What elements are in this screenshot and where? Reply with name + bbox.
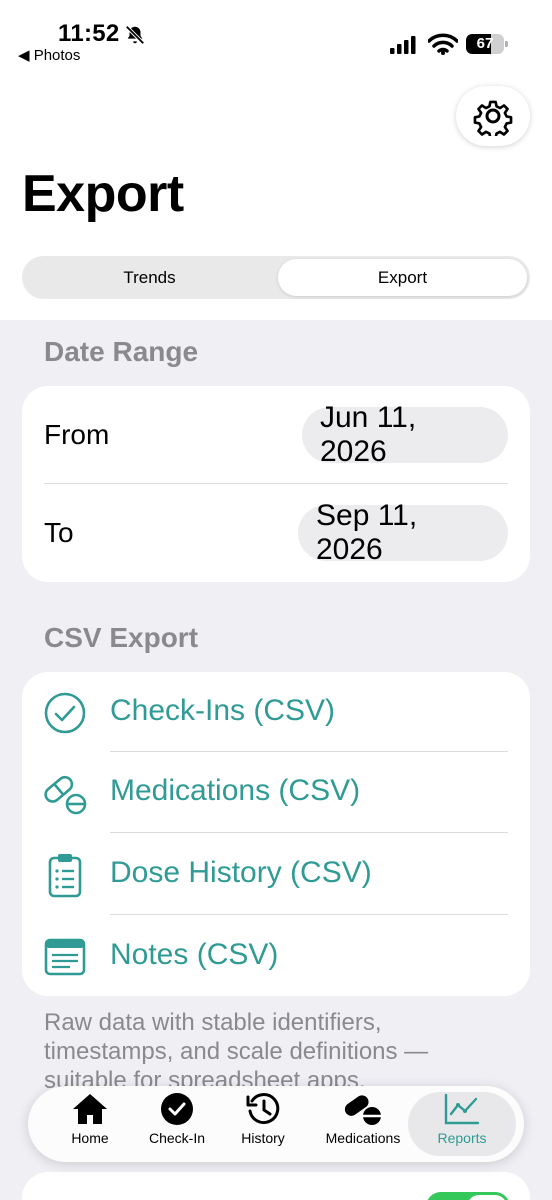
clipboard-list-icon: [48, 854, 82, 898]
settings-button[interactable]: [456, 86, 530, 146]
export-checkins-button[interactable]: Check-Ins (CSV): [22, 672, 530, 752]
chart-line-icon: [444, 1093, 480, 1125]
from-label: From: [44, 419, 110, 450]
to-date-picker[interactable]: Sep 11, 2026: [298, 499, 508, 566]
date-range-card: From Jun 11, 2026 To Sep 11, 2026: [22, 386, 530, 582]
option-toggle[interactable]: [426, 1192, 510, 1200]
clock-history-icon: [246, 1093, 280, 1125]
tab-history-label: History: [241, 1130, 285, 1146]
export-notes-button[interactable]: Notes (CSV): [22, 916, 530, 996]
tab-reports-label: Reports: [437, 1130, 487, 1146]
wifi-icon: [428, 33, 458, 55]
gear-icon: [473, 100, 513, 136]
export-checkins-label: Check-Ins (CSV): [110, 694, 336, 727]
tab-trends[interactable]: Trends: [25, 259, 274, 296]
export-medications-button[interactable]: Medications (CSV): [22, 752, 530, 832]
to-row: To Sep 11, 2026: [22, 484, 530, 582]
checkmark-circle-icon: [44, 692, 86, 734]
divider: [110, 914, 508, 915]
back-to-photos-link[interactable]: ◀ Photos: [18, 46, 80, 64]
status-time: 11:52: [58, 20, 120, 47]
export-notes-label: Notes (CSV): [110, 938, 279, 971]
notes-icon: [44, 938, 86, 976]
divider: [110, 832, 508, 833]
tab-check-in[interactable]: Check-In: [138, 1092, 216, 1156]
tab-check-in-label: Check-In: [148, 1130, 206, 1146]
export-dose-history-label: Dose History (CSV): [110, 856, 372, 889]
from-row: From Jun 11, 2026: [22, 386, 530, 484]
house-icon: [73, 1094, 107, 1124]
tab-reports[interactable]: Reports: [408, 1092, 516, 1156]
tab-export[interactable]: Export: [278, 259, 527, 296]
csv-footnote: Raw data with stable identifiers, timest…: [44, 1009, 429, 1088]
battery-percent: 67: [476, 35, 494, 52]
pills-icon: [344, 1095, 381, 1125]
csv-export-card: Check-Ins (CSV) Medications (CSV) Dose H…: [22, 672, 530, 996]
checkmark-circle-fill-icon: [161, 1093, 193, 1125]
tab-home-label: Home: [71, 1130, 109, 1146]
bell-slash-icon: [125, 25, 145, 45]
csv-export-header: CSV Export: [44, 622, 199, 653]
tab-medications-label: Medications: [325, 1130, 401, 1146]
segmented-control: Trends Export: [22, 256, 530, 299]
tab-medications[interactable]: Medications: [318, 1092, 408, 1156]
tab-home[interactable]: Home: [54, 1092, 126, 1156]
export-dose-history-button[interactable]: Dose History (CSV): [22, 834, 530, 914]
to-label: To: [44, 517, 74, 548]
date-range-header: Date Range: [44, 336, 199, 367]
battery-indicator: 67: [466, 34, 508, 54]
pills-icon: [44, 775, 87, 815]
export-medications-label: Medications (CSV): [110, 774, 361, 807]
cellular-signal-icon: [390, 36, 416, 54]
tab-history[interactable]: History: [228, 1092, 298, 1156]
from-date-picker[interactable]: Jun 11, 2026: [302, 401, 508, 468]
page-title: Export: [22, 165, 184, 223]
tab-bar: Home Check-In History Medications Report…: [28, 1086, 524, 1162]
